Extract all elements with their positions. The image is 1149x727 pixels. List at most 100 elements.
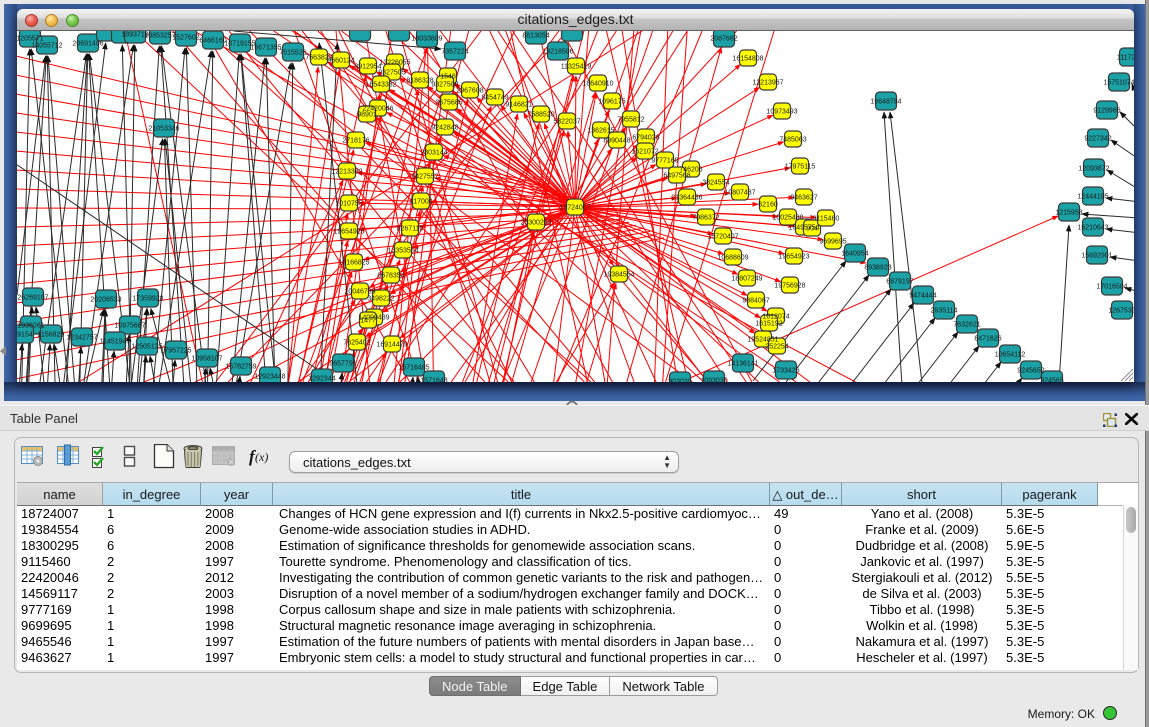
svg-text:7485063: 7485063: [779, 137, 806, 144]
svg-text:25300263: 25300263: [520, 220, 551, 227]
svg-text:1546: 1546: [440, 74, 456, 81]
svg-text:9146821: 9146821: [505, 102, 532, 109]
svg-text:10046786: 10046786: [344, 289, 375, 296]
svg-text:16033809: 16033809: [411, 36, 442, 43]
svg-text:9327508: 9327508: [431, 82, 458, 89]
svg-text:(x): (x): [255, 450, 268, 464]
svg-text:26269107: 26269107: [17, 295, 48, 302]
svg-text:16671355: 16671355: [250, 45, 281, 52]
svg-text:16914479: 16914479: [376, 342, 407, 349]
svg-text:9660124: 9660124: [327, 58, 354, 65]
svg-text:10853257: 10853257: [144, 33, 175, 40]
svg-text:8471626: 8471626: [974, 336, 1001, 343]
svg-text:15716485: 15716485: [398, 365, 429, 372]
svg-text:8427552: 8427552: [411, 174, 438, 181]
svg-text:9699695: 9699695: [819, 239, 846, 246]
svg-text:1215958: 1215958: [1055, 210, 1082, 217]
svg-text:8186328: 8186328: [406, 78, 433, 85]
svg-text:1477: 1477: [360, 318, 376, 325]
svg-text:924565: 924565: [1040, 378, 1063, 383]
svg-text:7632621: 7632621: [953, 322, 980, 329]
svg-text:9777169: 9777169: [651, 158, 678, 165]
svg-text:11451947: 11451947: [100, 339, 131, 346]
svg-text:7515526: 7515526: [279, 50, 306, 57]
svg-text:10654112: 10654112: [995, 352, 1026, 359]
svg-text:12093872: 12093872: [1078, 166, 1109, 173]
svg-text:13226055: 13226055: [379, 60, 410, 67]
svg-text:9242848: 9242848: [431, 125, 458, 132]
svg-text:2935114: 2935114: [931, 308, 958, 315]
svg-text:9657791: 9657791: [329, 361, 356, 368]
svg-text:19218506: 19218506: [542, 49, 573, 56]
svg-text:1292344: 1292344: [308, 376, 335, 383]
svg-text:1621072: 1621072: [631, 149, 658, 156]
svg-text:12444195: 12444195: [1077, 194, 1108, 201]
svg-text:17359928: 17359928: [132, 296, 163, 303]
svg-text:11325419: 11325419: [561, 64, 592, 71]
svg-text:19756928: 19756928: [774, 283, 805, 290]
svg-text:10025488: 10025488: [772, 215, 803, 222]
svg-text:62160: 62160: [758, 202, 778, 209]
svg-text:7986372: 7986372: [692, 215, 719, 222]
svg-text:16782759: 16782759: [225, 364, 256, 371]
svg-text:14136141: 14136141: [727, 361, 758, 368]
svg-text:9474444: 9474444: [909, 293, 936, 300]
svg-text:12505135: 12505135: [131, 344, 162, 351]
svg-text:18724007: 18724007: [559, 205, 590, 212]
svg-text:10975667: 10975667: [114, 323, 145, 330]
svg-text:3498222: 3498222: [367, 296, 394, 303]
svg-text:2718176: 2718176: [342, 138, 369, 145]
svg-text:2803144: 2803144: [420, 150, 447, 157]
svg-text:1571648: 1571648: [420, 378, 447, 383]
svg-text:7625402: 7625402: [343, 340, 370, 347]
svg-text:18807249: 18807249: [731, 276, 762, 283]
svg-text:14055712: 14055712: [31, 43, 62, 50]
svg-text:16543382: 16543382: [365, 82, 396, 89]
svg-text:17975115: 17975115: [785, 164, 816, 171]
svg-text:12213967: 12213967: [752, 80, 783, 87]
svg-text:10973493: 10973493: [766, 109, 797, 116]
svg-text:17957225: 17957225: [160, 348, 191, 355]
svg-text:12213382: 12213382: [331, 169, 362, 176]
svg-text:1117255: 1117255: [1117, 55, 1134, 62]
svg-text:10688609: 10688609: [717, 255, 748, 262]
svg-text:1205571: 1205571: [17, 36, 44, 43]
svg-text:9227342: 9227342: [1084, 136, 1111, 143]
svg-text:1010755: 1010755: [335, 201, 362, 208]
svg-text:1527602: 1527602: [172, 35, 199, 42]
svg-text:8267110: 8267110: [397, 226, 424, 233]
svg-text:7357224: 7357224: [441, 49, 468, 56]
svg-text:417004: 417004: [409, 199, 432, 206]
svg-text:9245652: 9245652: [1017, 368, 1044, 375]
svg-text:15751074: 15751074: [1103, 80, 1134, 87]
svg-text:9115460: 9115460: [813, 216, 840, 223]
svg-text:1093030: 1093030: [700, 378, 727, 383]
svg-text:1362615: 1362615: [587, 128, 614, 135]
svg-text:20206533: 20206533: [90, 297, 121, 304]
svg-text:17016504: 17016504: [1096, 284, 1127, 291]
svg-text:19384554: 19384554: [603, 272, 634, 279]
svg-text:19524851: 19524851: [747, 337, 778, 344]
svg-text:7588520: 7588520: [527, 112, 554, 119]
svg-text:9129966: 9129966: [1093, 108, 1120, 115]
svg-text:16648784: 16648784: [870, 99, 901, 106]
svg-text:2087682: 2087682: [710, 36, 737, 43]
svg-text:904: 904: [806, 226, 818, 233]
svg-text:16154808: 16154808: [732, 56, 763, 63]
svg-text:3824554: 3824554: [702, 180, 729, 187]
svg-text:7955812: 7955812: [617, 117, 644, 124]
svg-text:1612074: 1612074: [762, 314, 789, 321]
svg-text:20691406: 20691406: [72, 41, 103, 48]
svg-text:8678354: 8678354: [377, 273, 404, 280]
svg-text:1935061: 1935061: [17, 323, 44, 330]
svg-text:19654925: 19654925: [333, 229, 364, 236]
svg-text:39154: 39154: [17, 332, 33, 339]
svg-text:10807487: 10807487: [724, 190, 755, 197]
svg-text:903030: 903030: [668, 379, 691, 383]
svg-text:6466160: 6466160: [199, 38, 226, 45]
svg-text:2967608: 2967608: [456, 88, 483, 95]
svg-text:15692901: 15692901: [1081, 253, 1112, 260]
svg-text:6497568: 6497568: [663, 173, 690, 180]
svg-text:6879197: 6879197: [886, 279, 913, 286]
svg-text:9327505: 9327505: [378, 70, 405, 77]
